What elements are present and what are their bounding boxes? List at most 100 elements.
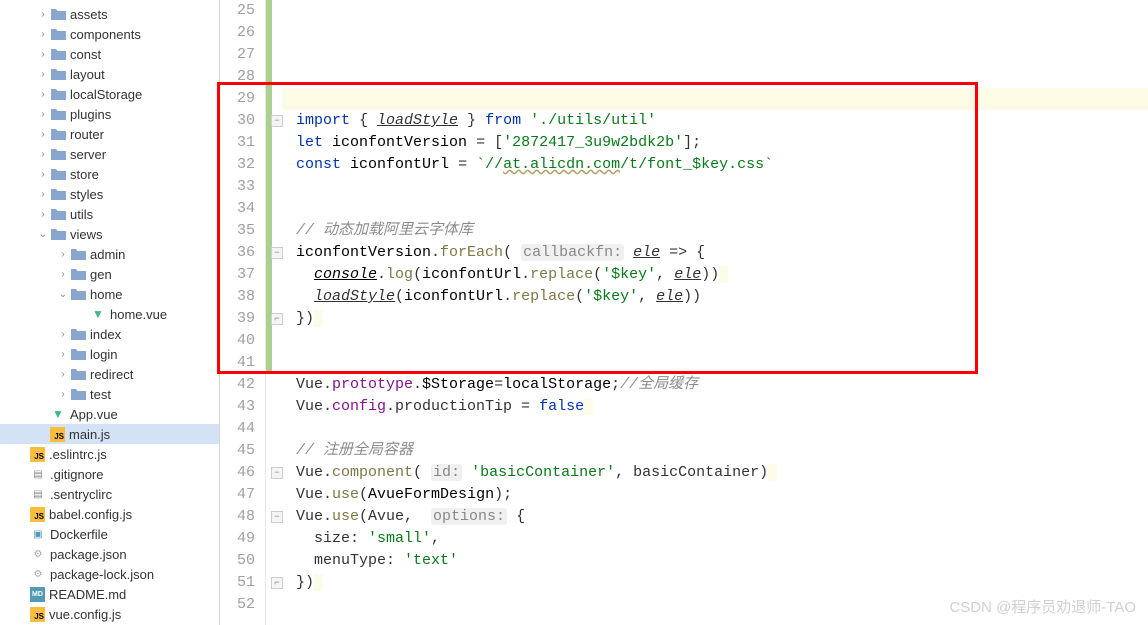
expand-arrow-icon[interactable]: › bbox=[36, 89, 50, 100]
tree-item-const[interactable]: ›const bbox=[0, 44, 219, 64]
fold-marker-icon[interactable]: − bbox=[271, 467, 283, 479]
tree-item-server[interactable]: › server bbox=[0, 144, 219, 164]
code-line[interactable] bbox=[282, 88, 1148, 110]
tree-item-store[interactable]: ›store bbox=[0, 164, 219, 184]
expand-arrow-icon[interactable]: › bbox=[36, 129, 50, 140]
code-line[interactable]: −iconfontVersion.forEach( callbackfn: el… bbox=[282, 242, 1148, 264]
code-line[interactable] bbox=[282, 198, 1148, 220]
code-line[interactable]: Vue.prototype.$Storage=localStorage;//全局… bbox=[282, 374, 1148, 396]
tree-item-gen[interactable]: › gen bbox=[0, 264, 219, 284]
expand-arrow-icon[interactable]: › bbox=[56, 249, 70, 260]
expand-arrow-icon[interactable]: › bbox=[56, 329, 70, 340]
tree-item-package-json[interactable]: ⚙package.json bbox=[0, 544, 219, 564]
line-number: 40 bbox=[220, 330, 255, 352]
code-editor[interactable]: 2526272829303132333435363738394041424344… bbox=[220, 0, 1148, 625]
tree-label: home.vue bbox=[110, 307, 167, 322]
tree-item-router[interactable]: › router bbox=[0, 124, 219, 144]
code-line[interactable]: Vue.config.productionTip = false bbox=[282, 396, 1148, 418]
tree-item-dockerfile[interactable]: ▣Dockerfile bbox=[0, 524, 219, 544]
tree-item-login[interactable]: › login bbox=[0, 344, 219, 364]
code-line[interactable]: ⌐}) bbox=[282, 308, 1148, 330]
code-line[interactable]: −import { loadStyle } from './utils/util… bbox=[282, 110, 1148, 132]
tree-label: gen bbox=[90, 267, 112, 282]
tree-item-components[interactable]: ›components bbox=[0, 24, 219, 44]
code-line[interactable] bbox=[282, 44, 1148, 66]
code-line[interactable]: −Vue.use(Avue, options: { bbox=[282, 506, 1148, 528]
code-line[interactable]: ⌐}) bbox=[282, 572, 1148, 594]
tree-label: babel.config.js bbox=[49, 507, 132, 522]
code-area[interactable]: −import { loadStyle } from './utils/util… bbox=[272, 0, 1148, 625]
code-line[interactable]: −Vue.component( id: 'basicContainer', ba… bbox=[282, 462, 1148, 484]
fold-marker-icon[interactable]: − bbox=[271, 115, 283, 127]
expand-arrow-icon[interactable]: › bbox=[36, 149, 50, 160]
tree-item-babel-config-js[interactable]: JSbabel.config.js bbox=[0, 504, 219, 524]
tree-item-layout[interactable]: ›layout bbox=[0, 64, 219, 84]
tree-item-admin[interactable]: ›admin bbox=[0, 244, 219, 264]
line-number: 52 bbox=[220, 594, 255, 616]
tree-label: App.vue bbox=[70, 407, 118, 422]
code-line[interactable]: size: 'small', bbox=[282, 528, 1148, 550]
line-number: 37 bbox=[220, 264, 255, 286]
expand-arrow-icon[interactable]: › bbox=[36, 209, 50, 220]
project-tree[interactable]: › assets ›components›const›layout›localSto… bbox=[0, 0, 220, 625]
tree-item-vue-config-js[interactable]: JSvue.config.js bbox=[0, 604, 219, 624]
tree-item--eslintrc-js[interactable]: JS.eslintrc.js bbox=[0, 444, 219, 464]
fold-close-icon[interactable]: ⌐ bbox=[271, 313, 283, 325]
tree-item-views[interactable]: ⌄views bbox=[0, 224, 219, 244]
tree-item-readme-md[interactable]: MDREADME.md bbox=[0, 584, 219, 604]
tree-item-assets[interactable]: › assets bbox=[0, 4, 219, 24]
expand-arrow-icon[interactable]: › bbox=[36, 189, 50, 200]
expand-arrow-icon[interactable]: › bbox=[36, 49, 50, 60]
tree-item-utils[interactable]: ›utils bbox=[0, 204, 219, 224]
code-line[interactable] bbox=[282, 418, 1148, 440]
expand-arrow-icon[interactable]: ⌄ bbox=[36, 229, 50, 240]
code-line[interactable]: Vue.use(AvueFormDesign); bbox=[282, 484, 1148, 506]
tree-item-plugins[interactable]: ›plugins bbox=[0, 104, 219, 124]
code-line[interactable]: // 注册全局容器 bbox=[282, 440, 1148, 462]
expand-arrow-icon[interactable]: › bbox=[36, 109, 50, 120]
expand-arrow-icon[interactable]: › bbox=[36, 29, 50, 40]
tree-item-home-vue[interactable]: ▼home.vue bbox=[0, 304, 219, 324]
code-line[interactable]: loadStyle(iconfontUrl.replace('$key', el… bbox=[282, 286, 1148, 308]
expand-arrow-icon[interactable]: › bbox=[36, 9, 50, 20]
tree-item-localstorage[interactable]: ›localStorage bbox=[0, 84, 219, 104]
code-line[interactable] bbox=[282, 176, 1148, 198]
tree-item--gitignore[interactable]: ▤.gitignore bbox=[0, 464, 219, 484]
tree-label: assets bbox=[70, 7, 108, 22]
tree-item--sentryclirc[interactable]: ▤.sentryclirc bbox=[0, 484, 219, 504]
line-number: 42 bbox=[220, 374, 255, 396]
fold-marker-icon[interactable]: − bbox=[271, 247, 283, 259]
tree-item-test[interactable]: ›test bbox=[0, 384, 219, 404]
code-line[interactable]: const iconfontUrl = `//at.alicdn.com/t/f… bbox=[282, 154, 1148, 176]
code-line[interactable]: // 动态加载阿里云字体库 bbox=[282, 220, 1148, 242]
tree-label: router bbox=[70, 127, 104, 142]
tree-label: login bbox=[90, 347, 117, 362]
tree-item-home[interactable]: ⌄home bbox=[0, 284, 219, 304]
code-line[interactable] bbox=[282, 22, 1148, 44]
code-line[interactable]: console.log(iconfontUrl.replace('$key', … bbox=[282, 264, 1148, 286]
tree-item-package-lock-json[interactable]: ⚙package-lock.json bbox=[0, 564, 219, 584]
tree-item-index[interactable]: ›index bbox=[0, 324, 219, 344]
expand-arrow-icon[interactable]: › bbox=[36, 69, 50, 80]
expand-arrow-icon[interactable]: ⌄ bbox=[56, 289, 70, 300]
code-line[interactable] bbox=[282, 352, 1148, 374]
tree-item-app-vue[interactable]: ▼App.vue bbox=[0, 404, 219, 424]
fold-marker-icon[interactable]: − bbox=[271, 511, 283, 523]
tree-item-main-js[interactable]: JSmain.js bbox=[0, 424, 219, 444]
code-line[interactable]: menuType: 'text' bbox=[282, 550, 1148, 572]
tree-label: .gitignore bbox=[50, 467, 103, 482]
code-line[interactable] bbox=[282, 0, 1148, 22]
expand-arrow-icon[interactable]: › bbox=[56, 269, 70, 280]
tree-item-styles[interactable]: ›styles bbox=[0, 184, 219, 204]
expand-arrow-icon[interactable]: › bbox=[56, 389, 70, 400]
tree-label: server bbox=[70, 147, 106, 162]
line-number: 25 bbox=[220, 0, 255, 22]
code-line[interactable]: let iconfontVersion = ['2872417_3u9w2bdk… bbox=[282, 132, 1148, 154]
expand-arrow-icon[interactable]: › bbox=[36, 169, 50, 180]
tree-item-redirect[interactable]: ›redirect bbox=[0, 364, 219, 384]
code-line[interactable] bbox=[282, 330, 1148, 352]
code-line[interactable] bbox=[282, 66, 1148, 88]
fold-close-icon[interactable]: ⌐ bbox=[271, 577, 283, 589]
expand-arrow-icon[interactable]: › bbox=[56, 369, 70, 380]
expand-arrow-icon[interactable]: › bbox=[56, 349, 70, 360]
